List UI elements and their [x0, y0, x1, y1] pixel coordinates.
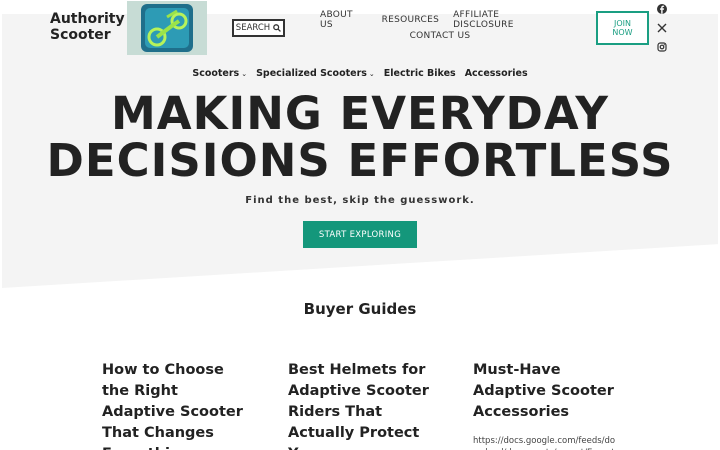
site-name-line2: Scooter: [50, 27, 111, 43]
search-button[interactable]: SEARCH: [232, 19, 285, 37]
site-logo-image[interactable]: [127, 1, 207, 55]
chevron-down-icon: ⌄: [368, 69, 375, 78]
join-label-line1: JOIN: [614, 19, 631, 28]
search-icon: [273, 24, 282, 32]
hero-headline-line1: MAKING EVERYDAY: [110, 87, 610, 140]
hero-headline-line2: DECISIONS EFFORTLESS: [46, 134, 674, 187]
section-title-buyer-guides: Buyer Guides: [303, 300, 417, 318]
guide-card[interactable]: Must-Have Adaptive Scooter Accessories h…: [473, 360, 623, 450]
join-now-button[interactable]: JOIN NOW: [596, 11, 649, 45]
instagram-icon: [657, 42, 667, 52]
chevron-down-icon: ⌄: [241, 69, 248, 78]
nav-link-resources[interactable]: RESOURCES: [382, 15, 440, 25]
nav-link-affiliate-disclosure[interactable]: AFFILIATE DISCLOSURE: [453, 10, 560, 30]
guide-card-title[interactable]: Best Helmets for Adaptive Scooter Riders…: [288, 360, 438, 450]
main-nav-specialized-scooters[interactable]: Specialized Scooters ⌄: [256, 68, 375, 79]
scooter-logo-icon: [127, 1, 207, 55]
start-exploring-button[interactable]: START EXPLORING: [303, 221, 417, 248]
guide-card-title[interactable]: How to Choose the Right Adaptive Scooter…: [102, 360, 252, 450]
hero-headline: MAKING EVERYDAY DECISIONS EFFORTLESS: [0, 90, 720, 184]
x-icon: [657, 23, 667, 33]
instagram-link[interactable]: [656, 41, 668, 53]
x-link[interactable]: [656, 22, 668, 34]
main-nav-label: Accessories: [464, 68, 528, 79]
top-navigation: ABOUT US RESOURCES AFFILIATE DISCLOSURE …: [320, 10, 560, 44]
main-nav-electric-bikes[interactable]: Electric Bikes: [384, 68, 456, 79]
hero-tagline: Find the best, skip the guesswork.: [245, 195, 475, 206]
guide-card-title[interactable]: Must-Have Adaptive Scooter Accessories: [473, 360, 623, 423]
guide-card[interactable]: How to Choose the Right Adaptive Scooter…: [102, 360, 252, 450]
nav-link-about-us[interactable]: ABOUT US: [320, 10, 368, 30]
site-name[interactable]: Authority Scooter: [50, 11, 125, 43]
main-nav-label: Specialized Scooters: [256, 68, 367, 79]
guide-card-image-url: https://docs.google.com/feeds/download/d…: [473, 436, 616, 450]
facebook-icon: [657, 4, 667, 14]
facebook-link[interactable]: [656, 3, 668, 15]
main-nav-accessories[interactable]: Accessories: [465, 68, 528, 79]
guide-card[interactable]: Best Helmets for Adaptive Scooter Riders…: [288, 360, 438, 450]
nav-link-contact-us[interactable]: CONTACT US: [410, 31, 471, 41]
search-label: SEARCH: [235, 23, 271, 33]
site-name-line1: Authority: [50, 11, 125, 27]
join-label-line2: NOW: [612, 28, 633, 37]
main-nav-label: Electric Bikes: [383, 68, 456, 79]
main-nav-scooters[interactable]: Scooters ⌄: [192, 68, 247, 79]
main-navigation: Scooters ⌄ Specialized Scooters ⌄ Electr…: [0, 68, 720, 79]
main-nav-label: Scooters: [192, 68, 240, 79]
